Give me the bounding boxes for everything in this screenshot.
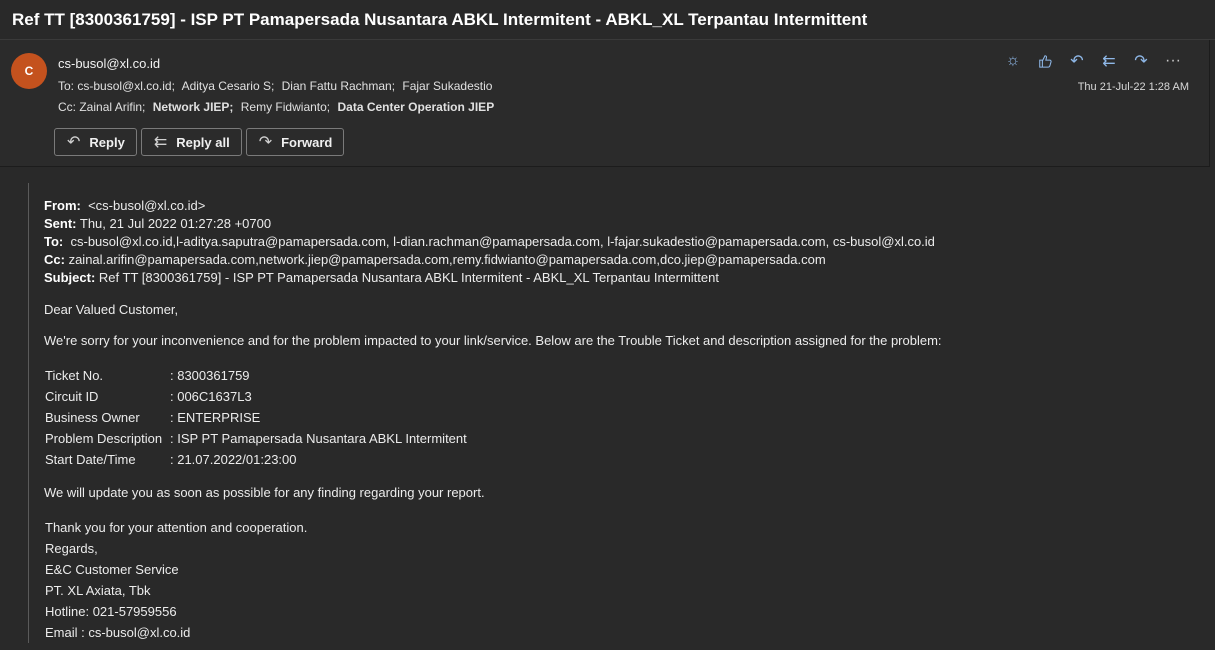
ticket-label: Ticket No. [45,367,104,383]
reply-all-button[interactable]: ⇇ Reply all [140,128,242,156]
to-line: To: cs-busol@xl.co.id; Aditya Cesario S;… [58,79,496,93]
thumbs-up-icon[interactable] [1029,50,1061,72]
forward-icon: ↷ [258,134,273,151]
signature-line: Regards, [45,541,98,556]
ticket-label: Business Owner [45,409,140,425]
from-value: <cs-busol@xl.co.id> [88,198,206,213]
title-bar: Ref TT [8300361759] - ISP PT Pamapersada… [0,0,1215,40]
sent-row: Sent: Thu, 21 Jul 2022 01:27:28 +0700 [44,215,1208,233]
forward-icon[interactable]: ↷ [1125,50,1157,72]
recipient[interactable]: cs-busol@xl.co.id; [77,79,175,93]
ticket-label: Problem Description [45,430,163,446]
cc-line: Cc: Zainal Arifin; Network JIEP; Remy Fi… [58,100,498,114]
table-row: Ticket No. : 8300361759 [44,365,469,386]
reply-button[interactable]: ↶ Reply [54,128,137,156]
cc-recipient[interactable]: Network JIEP; [153,100,234,114]
reply-icon[interactable]: ↶ [1061,50,1093,72]
to-value: cs-busol@xl.co.id,l-aditya.saputra@pamap… [70,234,935,249]
forwarded-header: From: <cs-busol@xl.co.id> Sent: Thu, 21 … [44,197,1208,287]
to-label: To: [58,79,75,93]
from-label: From: [44,198,81,213]
message-body: From: <cs-busol@xl.co.id> Sent: Thu, 21 … [28,183,1208,643]
cc-recipient[interactable]: Remy Fidwianto; [241,100,330,114]
update-text: We will update you as soon as possible f… [44,485,485,500]
sent-value: Thu, 21 Jul 2022 01:27:28 +0700 [79,216,272,231]
more-icon[interactable]: ··· [1157,50,1189,72]
signature-line: E&C Customer Service [45,562,179,577]
recipient[interactable]: Dian Fattu Rachman; [282,79,395,93]
ticket-value: : ISP PT Pamapersada Nusantara ABKL Inte… [170,430,467,446]
forward-label: Forward [281,134,333,150]
table-row: Circuit ID : 006C1637L3 [44,386,469,407]
recipient[interactable]: Fajar Sukadestio [402,79,492,93]
ticket-value: : 21.07.2022/01:23:00 [170,451,297,467]
sun-icon[interactable]: ☼ [997,50,1029,72]
action-buttons: ↶ Reply ⇇ Reply all ↷ Forward [54,128,345,156]
cc-recipient[interactable]: Data Center Operation JIEP [337,100,494,114]
signature-line: Email : cs-busol@xl.co.id [45,625,191,640]
signature-line: Thank you for your attention and coopera… [45,520,308,535]
sender-address[interactable]: cs-busol@xl.co.id [58,56,160,71]
sent-label: Sent: [44,216,77,231]
reply-all-icon[interactable]: ⇇ [1093,50,1125,72]
to-row: To: cs-busol@xl.co.id,l-aditya.saputra@p… [44,233,1208,251]
ticket-label: Start Date/Time [45,451,136,467]
email-subject: Ref TT [8300361759] - ISP PT Pamapersada… [12,10,868,29]
avatar[interactable]: C [11,53,47,89]
subject-value: Ref TT [8300361759] - ISP PT Pamapersada… [98,270,719,285]
greeting: Dear Valued Customer, [44,302,179,317]
ticket-value: : 006C1637L3 [170,388,252,404]
cc-label: Cc: [44,252,65,267]
header-actions: ☼ ↶ ⇇ ↷ ··· [997,50,1189,72]
signature-line: PT. XL Axiata, Tbk [45,583,151,598]
to-label: To: [44,234,64,249]
ticket-value: : 8300361759 [170,367,250,383]
reply-all-icon: ⇇ [153,134,168,151]
reply-icon: ↶ [67,134,81,151]
subject-label: Subject: [44,270,96,285]
cc-recipient[interactable]: Zainal Arifin; [79,100,145,114]
ticket-value: : ENTERPRISE [170,409,261,425]
cc-value: zainal.arifin@pamapersada.com,network.ji… [68,252,826,267]
table-row: Problem Description : ISP PT Pamapersada … [44,428,469,449]
received-date: Thu 21-Jul-22 1:28 AM [1077,81,1189,93]
forward-button[interactable]: ↷ Forward [245,128,345,156]
recipient[interactable]: Aditya Cesario S; [182,79,275,93]
signature-line: Hotline: 021-57959556 [45,604,177,619]
reply-all-label: Reply all [176,134,230,150]
table-row: Start Date/Time : 21.07.2022/01:23:00 [44,449,469,470]
signature: Thank you for your attention and coopera… [44,517,1208,643]
cc-row: Cc: zainal.arifin@pamapersada.com,networ… [44,251,1208,269]
message-header: C cs-busol@xl.co.id To: cs-busol@xl.co.i… [0,40,1210,167]
reply-label: Reply [89,134,125,150]
ticket-table: Ticket No. : 8300361759 Circuit ID : 006C1… [44,365,469,470]
subject-row: Subject: Ref TT [8300361759] - ISP PT Pa… [44,269,1208,287]
table-row: Business Owner : ENTERPRISE [44,407,469,428]
ticket-label: Circuit ID [45,388,99,404]
cc-label: Cc: [58,100,76,114]
intro-text: We're sorry for your inconvenience and f… [44,333,942,348]
from-row: From: <cs-busol@xl.co.id> [44,197,1208,215]
